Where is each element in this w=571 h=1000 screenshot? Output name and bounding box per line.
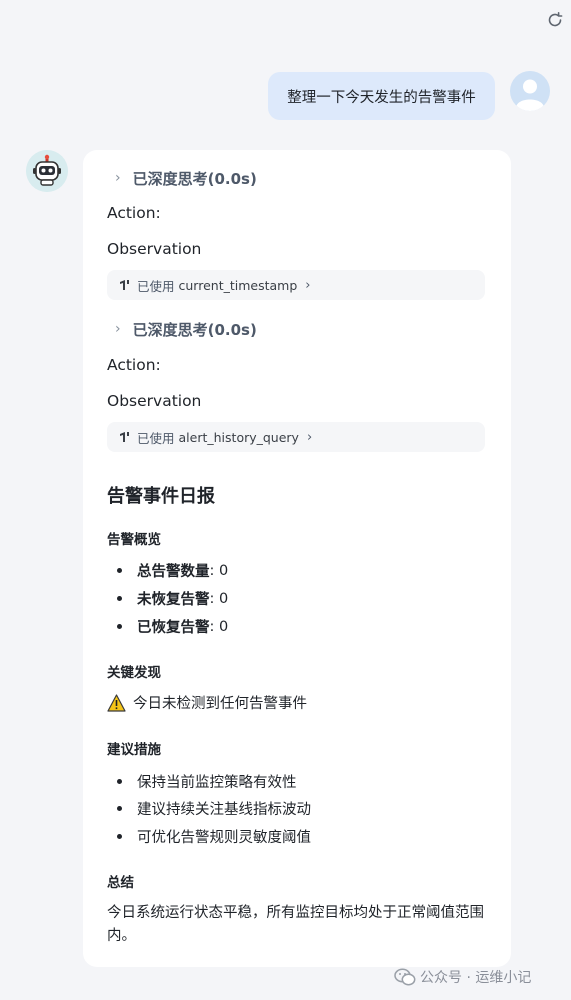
- list-item: 总告警数量: 0: [117, 560, 228, 581]
- warning-icon: [107, 693, 126, 712]
- findings-heading: 关键发现: [107, 665, 161, 681]
- tool-usage-chip[interactable]: 已使用 current_timestamp ›: [107, 270, 485, 300]
- finding-text: 今日未检测到任何告警事件: [133, 696, 307, 712]
- bullet: [117, 568, 122, 573]
- summary-text: 今日系统运行状态平稳，所有监控目标均处于正常阈值范围内。: [107, 905, 484, 944]
- list-item: 已恢复告警: 0: [117, 616, 228, 637]
- robot-avatar-icon: [26, 150, 68, 192]
- finding-item: 今日未检测到任何告警事件: [107, 692, 307, 713]
- chevron-right-icon: ›: [115, 321, 121, 337]
- overview-value: : 0: [209, 590, 229, 607]
- overview-key: 总告警数量: [137, 564, 210, 580]
- user-avatar-icon[interactable]: [510, 71, 550, 111]
- deep-think-toggle[interactable]: › 已深度思考(0.0s): [115, 167, 257, 189]
- chevron-right-icon: ›: [115, 170, 121, 186]
- user-message-bubble: 整理一下今天发生的告警事件: [268, 72, 495, 120]
- suggestions-heading: 建议措施: [107, 742, 161, 758]
- bullet: [117, 779, 122, 784]
- user-message-text: 整理一下今天发生的告警事件: [287, 89, 476, 106]
- overview-value: : 0: [209, 562, 229, 579]
- watermark: 公众号 · 运维小记: [394, 966, 531, 988]
- bullet: [117, 806, 122, 811]
- deep-think-toggle[interactable]: › 已深度思考(0.0s): [115, 318, 257, 340]
- tool-name: alert_history_query: [178, 429, 299, 445]
- suggestion-text: 可优化告警规则灵敏度阈值: [137, 830, 311, 846]
- tool-name: current_timestamp: [178, 277, 298, 293]
- summary-heading: 总结: [107, 875, 134, 891]
- list-item: 可优化告警规则灵敏度阈值: [117, 826, 311, 847]
- overview-heading: 告警概览: [107, 532, 161, 548]
- list-item: 建议持续关注基线指标波动: [117, 798, 311, 819]
- overview-key: 已恢复告警: [137, 620, 210, 636]
- list-item: 保持当前监控策略有效性: [117, 771, 297, 792]
- tool-usage-chip[interactable]: 已使用 alert_history_query ›: [107, 422, 485, 452]
- overview-value: : 0: [209, 618, 229, 635]
- list-item: 未恢复告警: 0: [117, 588, 228, 609]
- bullet: [117, 834, 122, 839]
- tool-icon: [120, 432, 129, 442]
- suggestion-text: 保持当前监控策略有效性: [137, 775, 297, 791]
- wechat-icon: [394, 968, 416, 986]
- action-label: Action:: [107, 204, 161, 222]
- deep-think-label: 已深度思考(0.0s): [132, 169, 257, 188]
- action-label: Action:: [107, 356, 161, 374]
- chevron-right-icon: ›: [306, 429, 313, 445]
- suggestion-text: 建议持续关注基线指标波动: [137, 802, 311, 818]
- tool-prefix: 已使用: [137, 278, 175, 294]
- deep-think-label: 已深度思考(0.0s): [132, 320, 257, 339]
- tool-prefix: 已使用: [137, 430, 175, 446]
- observation-label: Observation: [107, 392, 202, 410]
- bullet: [117, 624, 122, 629]
- overview-key: 未恢复告警: [137, 592, 210, 608]
- watermark-text: 公众号 · 运维小记: [420, 970, 532, 986]
- chevron-right-icon: ›: [305, 277, 311, 293]
- refresh-button[interactable]: [544, 9, 566, 31]
- bullet: [117, 596, 122, 601]
- observation-label: Observation: [107, 240, 202, 258]
- report-title: 告警事件日报: [107, 486, 215, 507]
- refresh-icon: [548, 12, 563, 27]
- tool-icon: [120, 280, 129, 290]
